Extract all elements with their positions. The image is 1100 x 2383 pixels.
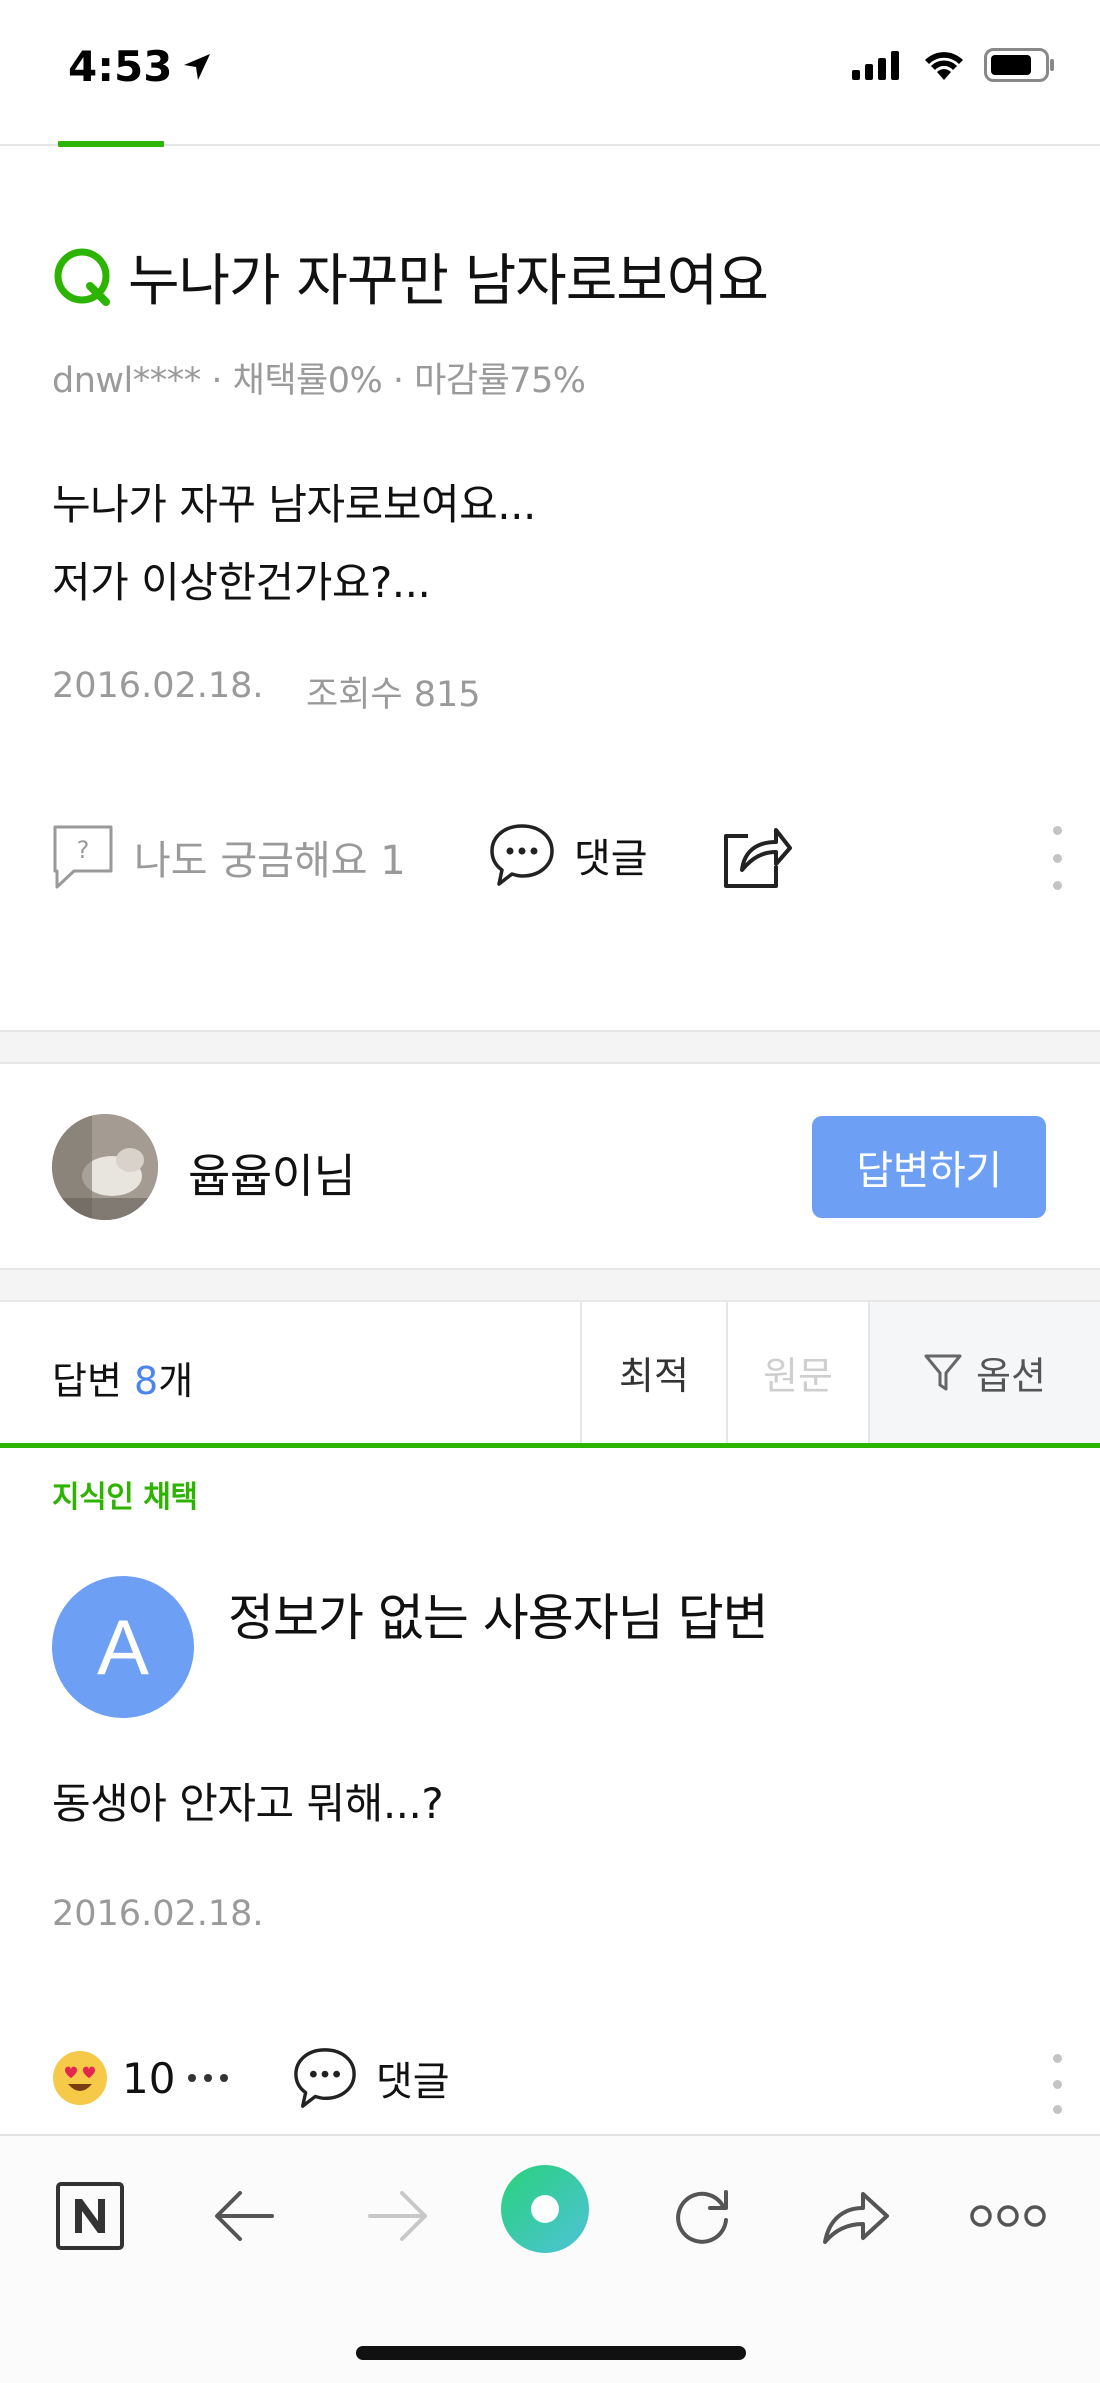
answerer-name: 정보가 없는 사용자님 답변 bbox=[228, 1589, 769, 1647]
green-dot-icon[interactable] bbox=[500, 2164, 590, 2254]
signal-icon bbox=[852, 51, 899, 80]
reaction-count: 10 bbox=[122, 2054, 176, 2103]
tab-divider bbox=[0, 144, 1100, 146]
status-time-text: 4:53 bbox=[68, 42, 173, 91]
filter-icon bbox=[924, 1354, 962, 1390]
reaction-more-icon[interactable] bbox=[188, 2074, 228, 2082]
tab-option-label: 옵션 bbox=[976, 1354, 1046, 1398]
location-arrow-icon bbox=[184, 53, 211, 80]
status-time: 4:53 bbox=[68, 42, 212, 91]
write-answer-button[interactable]: 답변하기 bbox=[812, 1116, 1046, 1218]
tab-original[interactable]: 원문 bbox=[726, 1302, 868, 1443]
status-indicators bbox=[852, 48, 1056, 82]
browser-toolbar bbox=[0, 2134, 1100, 2383]
naver-home-icon[interactable] bbox=[46, 2172, 134, 2260]
share-icon[interactable] bbox=[812, 2172, 900, 2260]
question-title: 누나가 자꾸만 남자로보여요 bbox=[52, 236, 769, 317]
adopted-label: 지식인 채택 bbox=[52, 1480, 198, 1515]
svg-text:?: ? bbox=[77, 836, 90, 864]
share-button[interactable] bbox=[720, 820, 792, 896]
avatar-photo-icon bbox=[52, 1114, 158, 1220]
question-more-icon[interactable] bbox=[1052, 826, 1062, 890]
heart-eyes-emoji-icon[interactable] bbox=[52, 2050, 108, 2106]
question-date: 2016.02.18. bbox=[52, 666, 264, 706]
answer-count-prefix: 답변 bbox=[52, 1359, 134, 1403]
comment-icon bbox=[294, 2048, 356, 2108]
answerer-avatar-letter: A bbox=[96, 1602, 150, 1691]
comment-icon bbox=[490, 824, 554, 886]
question-body-line: 저가 이상한건가요?... bbox=[52, 558, 431, 607]
curious-label: 나도 궁금해요 1 bbox=[134, 838, 406, 884]
answer-sort-bar: 답변 8개 최적 원문 옵션 bbox=[0, 1302, 1100, 1448]
answer-comment-label: 댓글 bbox=[376, 2059, 450, 2105]
question-q-icon bbox=[54, 248, 110, 306]
question-views: 조회수 815 bbox=[306, 675, 481, 715]
answer-body: 동생아 안자고 뭐해...? bbox=[52, 1779, 444, 1828]
tab-option[interactable]: 옵션 bbox=[868, 1302, 1100, 1443]
home-indicator[interactable] bbox=[356, 2346, 746, 2360]
answer-more-icon[interactable] bbox=[1052, 2054, 1062, 2114]
question-bubble-icon: ? bbox=[53, 825, 113, 889]
tab-best[interactable]: 최적 bbox=[580, 1302, 726, 1443]
wifi-icon bbox=[925, 52, 963, 80]
answer-reaction-row: 10 댓글 bbox=[52, 2040, 1062, 2120]
question-title-text: 누나가 자꾸만 남자로보여요 bbox=[128, 249, 769, 314]
avatar[interactable] bbox=[52, 1114, 158, 1220]
answerer-avatar[interactable]: A bbox=[52, 1576, 194, 1718]
curious-button[interactable]: ? 나도 궁금해요 1 bbox=[52, 824, 406, 890]
question-action-row: ? 나도 궁금해요 1 댓글 bbox=[52, 816, 1062, 906]
more-icon[interactable] bbox=[964, 2172, 1052, 2260]
section-divider bbox=[0, 1268, 1100, 1302]
back-arrow-icon[interactable] bbox=[200, 2172, 288, 2260]
tab-indicator bbox=[58, 141, 164, 147]
user-name: 윱윱이님 bbox=[188, 1149, 356, 1203]
answer-date: 2016.02.18. bbox=[52, 1894, 264, 1934]
question-body: 누나가 자꾸 남자로보여요... 저가 이상한건가요?... bbox=[52, 466, 536, 622]
answer-count-suffix: 개 bbox=[158, 1359, 194, 1403]
battery-icon bbox=[984, 48, 1054, 82]
comment-label: 댓글 bbox=[574, 836, 648, 882]
question-meta: dnwl**** · 채택률0% · 마감률75% bbox=[52, 361, 586, 401]
answer-count-number: 8 bbox=[134, 1359, 159, 1403]
comment-button[interactable]: 댓글 bbox=[488, 822, 648, 888]
answer-count: 답변 8개 bbox=[52, 1350, 193, 1405]
sort-tabs: 최적 원문 옵션 bbox=[580, 1302, 1100, 1443]
forward-arrow-icon[interactable] bbox=[354, 2172, 442, 2260]
question-body-line: 누나가 자꾸 남자로보여요... bbox=[52, 480, 536, 529]
answer-comment-button[interactable]: 댓글 bbox=[292, 2046, 450, 2110]
share-icon bbox=[724, 828, 792, 888]
naver-n-icon bbox=[56, 2182, 124, 2250]
refresh-icon[interactable] bbox=[658, 2172, 746, 2260]
section-divider bbox=[0, 1030, 1100, 1064]
